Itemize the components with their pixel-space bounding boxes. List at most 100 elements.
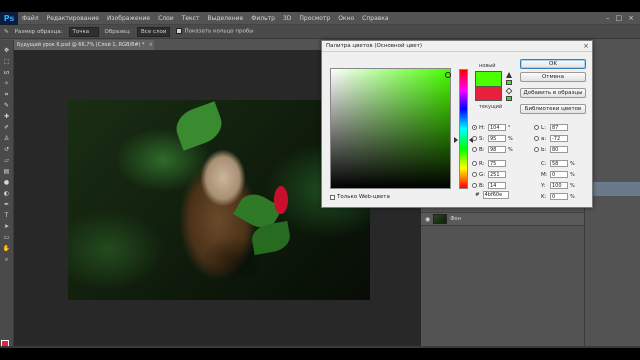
menu-select[interactable]: Выделение: [203, 15, 247, 22]
brush-tool-icon[interactable]: ✐: [2, 123, 12, 132]
eye-icon[interactable]: ◉: [425, 216, 430, 223]
show-ring-label: Показать кольцо пробы: [184, 28, 254, 35]
lab-a-input[interactable]: -72: [550, 135, 568, 142]
radio-a[interactable]: [534, 136, 539, 141]
shape-tool-icon[interactable]: ▭: [2, 233, 12, 242]
saturation-input[interactable]: 95: [488, 135, 506, 142]
gamut-warning-icon[interactable]: [506, 72, 512, 78]
menu-view[interactable]: Просмотр: [295, 15, 334, 22]
gamut-correction-swatch[interactable]: [506, 80, 512, 85]
menu-image[interactable]: Изображение: [103, 15, 154, 22]
gradient-tool-icon[interactable]: ▤: [2, 167, 12, 176]
cyan-input[interactable]: 58: [550, 160, 568, 167]
dialog-title: Палитра цветов (Основной цвет): [322, 41, 592, 52]
new-color-swatch: [475, 71, 502, 86]
brightness-input[interactable]: 98: [488, 146, 506, 153]
menu-filter[interactable]: Фильтр: [247, 15, 279, 22]
hex-row: # 4bf60e: [475, 191, 509, 199]
menu-layers[interactable]: Слои: [154, 15, 178, 22]
menu-3d[interactable]: 3D: [279, 15, 295, 22]
eyedropper-tool-icon[interactable]: ✎: [2, 101, 12, 110]
dodge-tool-icon[interactable]: ◐: [2, 189, 12, 198]
marquee-tool-icon[interactable]: ⬚: [2, 57, 12, 66]
menu-type[interactable]: Текст: [178, 15, 204, 22]
hue-slider-arrow-left-icon[interactable]: [454, 137, 458, 143]
hue-slider[interactable]: [459, 69, 468, 189]
current-color-swatch[interactable]: [475, 86, 502, 101]
menu-help[interactable]: Справка: [358, 15, 392, 22]
sample-size-select[interactable]: Точка: [68, 26, 99, 37]
show-ring-checkbox[interactable]: Показать кольцо пробы: [176, 28, 254, 35]
radio-r[interactable]: [472, 161, 477, 166]
pen-tool-icon[interactable]: ✒: [2, 200, 12, 209]
new-color-label: новый: [479, 63, 496, 69]
type-tool-icon[interactable]: T: [2, 211, 12, 220]
radio-s[interactable]: [472, 136, 477, 141]
menu-window[interactable]: Окно: [334, 15, 358, 22]
color-marker-icon[interactable]: [445, 72, 451, 78]
magenta-input[interactable]: 0: [550, 171, 568, 178]
leaf-decoration: [171, 101, 227, 151]
hand-tool-icon[interactable]: ✋: [2, 244, 12, 253]
move-tool-icon[interactable]: ✥: [2, 46, 12, 55]
field-row-g: G: 251: [472, 170, 506, 179]
quick-select-tool-icon[interactable]: ✧: [2, 79, 12, 88]
healing-tool-icon[interactable]: ✚: [2, 112, 12, 121]
layer-row-background[interactable]: ◉ Фон: [421, 212, 584, 226]
field-label: a:: [541, 135, 547, 142]
yellow-input[interactable]: 100: [550, 182, 568, 189]
eraser-tool-icon[interactable]: ▱: [2, 156, 12, 165]
green-input[interactable]: 251: [488, 171, 506, 178]
web-safe-cube-icon[interactable]: [505, 87, 513, 95]
black-input[interactable]: 0: [550, 193, 568, 200]
menu-file[interactable]: Файл: [18, 15, 43, 22]
radio-blue[interactable]: [472, 183, 477, 188]
field-row-blue: B: 14: [472, 181, 506, 190]
red-input[interactable]: 75: [488, 160, 506, 167]
sample-layers-label: Образец:: [104, 28, 132, 35]
saturation-brightness-field[interactable]: [330, 68, 451, 189]
cancel-button[interactable]: Отмена: [520, 72, 586, 82]
crop-tool-icon[interactable]: ⌗: [2, 90, 12, 99]
radio-g[interactable]: [472, 172, 477, 177]
radio-l[interactable]: [534, 125, 539, 130]
web-safe-swatch[interactable]: [506, 96, 512, 101]
lasso-tool-icon[interactable]: ᔕ: [2, 68, 12, 77]
field-unit: %: [508, 146, 513, 153]
blur-tool-icon[interactable]: ●: [2, 178, 12, 187]
field-row-r: R: 75: [472, 159, 506, 168]
close-icon[interactable]: ×: [628, 14, 634, 22]
minimize-icon[interactable]: –: [606, 14, 610, 22]
lab-b-input[interactable]: 80: [550, 146, 568, 153]
hue-input[interactable]: 104: [488, 124, 506, 131]
color-libraries-button[interactable]: Библиотеки цветов: [520, 104, 586, 114]
maximize-icon[interactable]: □: [616, 14, 623, 22]
radio-h[interactable]: [472, 125, 477, 130]
radio-lab-b[interactable]: [534, 147, 539, 152]
menu-edit[interactable]: Редактирование: [43, 15, 103, 22]
document-tab[interactable]: Будущий урок 6.psd @ 66,7% (Слой 1, RGB/…: [14, 40, 154, 50]
photoshop-window: Ps Файл Редактирование Изображение Слои …: [0, 12, 640, 348]
field-label: H:: [479, 124, 485, 131]
radio-b[interactable]: [472, 147, 477, 152]
field-label: R:: [479, 160, 485, 167]
history-brush-icon[interactable]: ↺: [2, 145, 12, 154]
sample-size-label: Размер образца:: [14, 28, 63, 35]
blue-input[interactable]: 14: [488, 182, 506, 189]
path-select-icon[interactable]: ➤: [2, 222, 12, 231]
zoom-tool-icon[interactable]: ⌕: [2, 255, 12, 264]
options-bar: ✎ Размер образца: Точка Образец: Все сло…: [0, 25, 640, 39]
lab-l-input[interactable]: 87: [550, 124, 568, 131]
field-row-a: a: -72: [534, 134, 568, 143]
sample-layers-select[interactable]: Все слои: [137, 26, 171, 37]
hex-input[interactable]: 4bf60e: [482, 191, 509, 199]
ok-button[interactable]: OK: [520, 59, 586, 69]
close-tab-icon[interactable]: ×: [149, 42, 153, 48]
eyedropper-icon[interactable]: ✎: [4, 29, 9, 35]
hex-label: #: [475, 192, 480, 198]
panel-selected-strip: [592, 182, 640, 196]
dialog-close-icon[interactable]: ×: [583, 42, 589, 50]
add-to-swatches-button[interactable]: Добавить в образцы: [520, 88, 586, 98]
stamp-tool-icon[interactable]: ♙: [2, 134, 12, 143]
web-only-checkbox[interactable]: Только Web-цвета: [330, 194, 390, 200]
